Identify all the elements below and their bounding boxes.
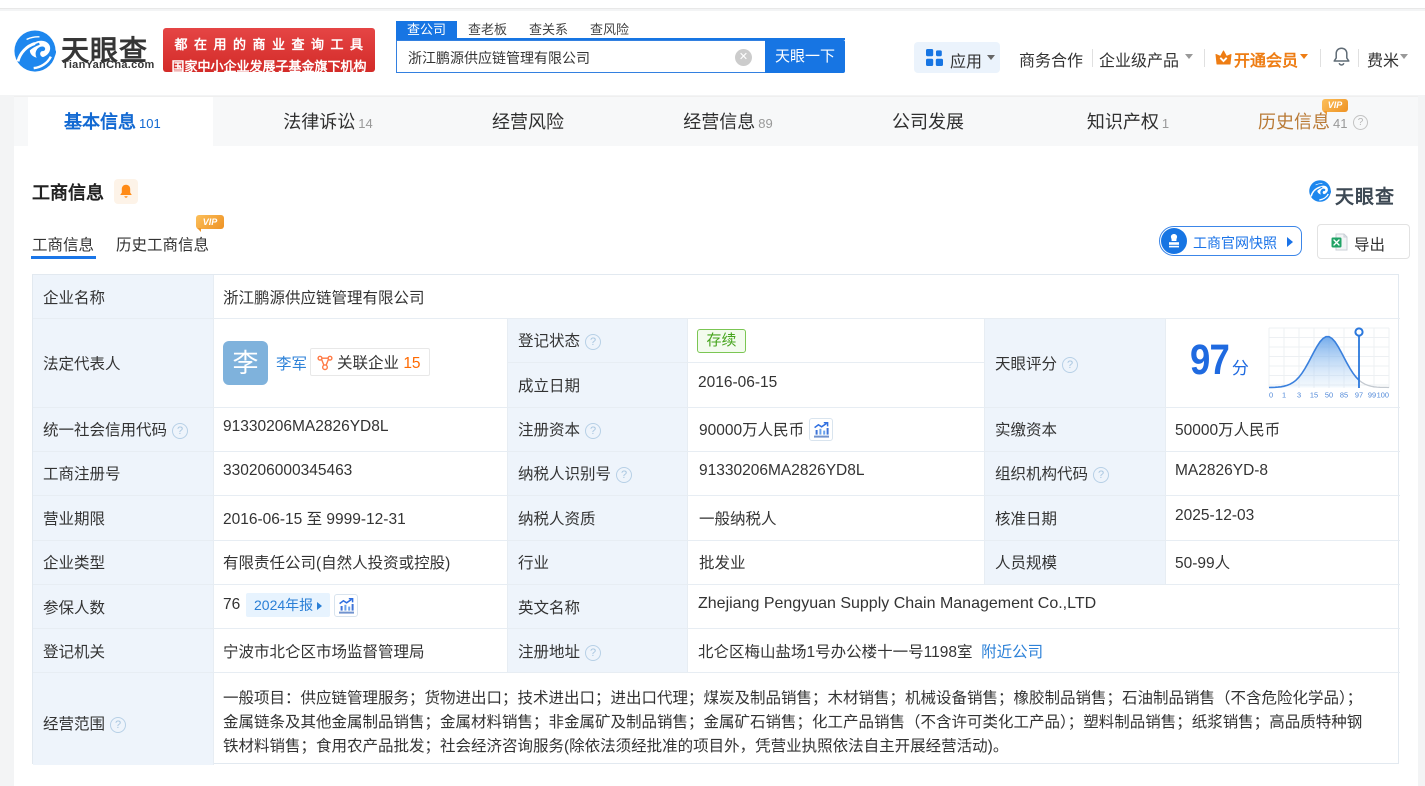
svg-text:97: 97 bbox=[1355, 391, 1363, 399]
svg-text:0: 0 bbox=[1269, 391, 1273, 399]
svg-text:100: 100 bbox=[1377, 391, 1389, 399]
svg-text:3: 3 bbox=[1297, 391, 1301, 399]
svg-text:99: 99 bbox=[1368, 391, 1376, 399]
svg-text:50: 50 bbox=[1325, 391, 1333, 399]
svg-text:85: 85 bbox=[1340, 391, 1348, 399]
svg-text:1: 1 bbox=[1282, 391, 1286, 399]
svg-text:15: 15 bbox=[1310, 391, 1318, 399]
